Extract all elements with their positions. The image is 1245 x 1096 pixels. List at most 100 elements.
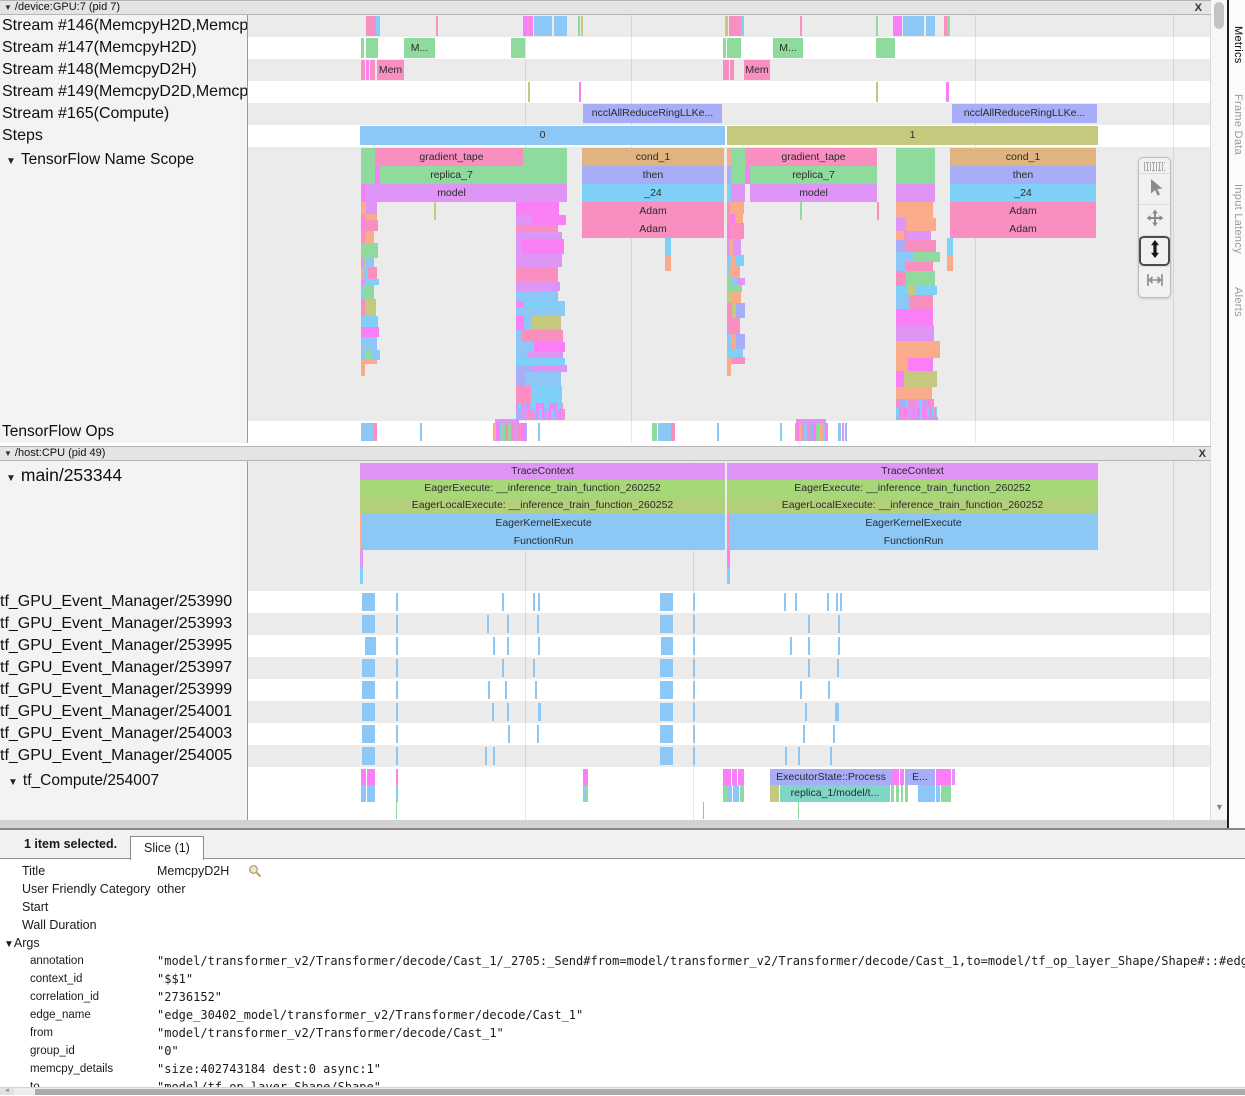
trace-block[interactable] xyxy=(795,593,797,611)
scroll-down-arrow-icon[interactable]: ▼ xyxy=(1215,802,1224,812)
trace-block[interactable] xyxy=(738,769,744,785)
trace-block[interactable] xyxy=(693,659,695,677)
trace-block[interactable] xyxy=(362,615,375,633)
trace-block[interactable] xyxy=(798,747,800,765)
trace-block[interactable] xyxy=(946,82,949,102)
trace-block[interactable] xyxy=(784,593,786,611)
trace-block[interactable] xyxy=(693,703,695,721)
trace-block[interactable] xyxy=(511,38,525,58)
trace-block[interactable] xyxy=(537,725,539,743)
trace-block[interactable] xyxy=(693,681,695,699)
trace-block[interactable] xyxy=(436,16,438,36)
trace-block[interactable] xyxy=(896,148,935,166)
trace-block[interactable] xyxy=(798,802,799,819)
trace-block[interactable] xyxy=(723,38,726,58)
trace-block[interactable] xyxy=(790,637,792,655)
trace-block[interactable] xyxy=(361,337,377,350)
trace-block[interactable] xyxy=(493,747,495,765)
trace-block[interactable] xyxy=(892,769,899,785)
collapse-arrow-icon[interactable]: ▼ xyxy=(4,3,12,12)
palette-grip-handle[interactable] xyxy=(1144,162,1165,171)
trace-block[interactable] xyxy=(941,769,951,785)
collapse-arrow-icon[interactable]: ▼ xyxy=(8,777,18,788)
trace-block[interactable] xyxy=(926,16,935,36)
trace-block[interactable]: _24 xyxy=(950,184,1096,202)
trace-block[interactable]: _24 xyxy=(582,184,724,202)
trace-block[interactable] xyxy=(703,802,704,819)
trace-block[interactable] xyxy=(528,82,530,102)
trace-block[interactable]: E... xyxy=(905,769,935,785)
trace-block[interactable] xyxy=(524,316,532,330)
trace-block[interactable] xyxy=(905,262,933,271)
collapse-arrow-icon[interactable]: ▼ xyxy=(6,473,16,484)
trace-block[interactable]: gradient_tape xyxy=(380,148,523,166)
trace-block[interactable] xyxy=(362,725,375,743)
trace-block[interactable] xyxy=(370,60,375,80)
trace-block[interactable]: M... xyxy=(773,38,803,58)
trace-block[interactable] xyxy=(396,615,398,633)
trace-block[interactable] xyxy=(578,16,580,36)
trace-block[interactable] xyxy=(516,267,558,282)
trace-block[interactable]: FunctionRun xyxy=(729,532,1098,550)
trace-block[interactable] xyxy=(368,267,377,279)
trace-block[interactable] xyxy=(835,703,839,721)
trace-block[interactable]: 1 xyxy=(727,126,1098,145)
trace-block[interactable] xyxy=(729,16,741,36)
trace-block[interactable] xyxy=(525,372,561,386)
trace-block[interactable] xyxy=(361,243,378,258)
trace-block[interactable] xyxy=(730,266,740,278)
trace-block[interactable] xyxy=(896,166,935,184)
trace-block[interactable] xyxy=(800,202,802,220)
trace-block[interactable] xyxy=(723,60,729,80)
trace-block[interactable] xyxy=(808,659,810,677)
trace-block[interactable] xyxy=(532,215,566,225)
trace-block[interactable] xyxy=(366,38,378,58)
side-tab-metrics[interactable]: Metrics xyxy=(1232,26,1244,64)
trace-block[interactable] xyxy=(731,184,745,202)
trace-block[interactable]: replica_1/model/t... xyxy=(780,785,890,802)
trace-block[interactable] xyxy=(516,342,534,352)
trace-block[interactable] xyxy=(740,785,744,802)
trace-block[interactable] xyxy=(396,637,398,655)
trace-block[interactable] xyxy=(396,681,398,699)
trace-block[interactable] xyxy=(361,148,375,166)
trace-block[interactable] xyxy=(660,725,673,743)
trace-block[interactable] xyxy=(732,357,745,364)
trace-block[interactable]: ExecutorState::Process xyxy=(770,769,892,785)
trace-block[interactable] xyxy=(941,785,951,802)
trace-block[interactable] xyxy=(900,769,904,785)
trace-block[interactable] xyxy=(833,725,835,743)
selection-tool-button[interactable] xyxy=(1139,173,1170,204)
trace-block[interactable] xyxy=(658,423,671,441)
trace-block[interactable] xyxy=(538,703,541,721)
trace-block[interactable]: Mem xyxy=(377,60,404,80)
trace-block[interactable] xyxy=(896,262,905,271)
trace-block[interactable] xyxy=(836,593,838,611)
trace-block[interactable] xyxy=(585,785,588,802)
trace-block[interactable]: model xyxy=(750,184,877,202)
trace-block[interactable] xyxy=(533,239,564,254)
trace-block[interactable] xyxy=(660,659,673,677)
trace-block[interactable] xyxy=(727,318,740,334)
trace-block[interactable] xyxy=(891,785,894,802)
trace-block[interactable] xyxy=(396,747,398,765)
trace-block[interactable] xyxy=(534,342,565,352)
trace-block[interactable]: EagerKernelExecute xyxy=(729,514,1098,532)
trace-block[interactable] xyxy=(896,218,906,231)
trace-block[interactable]: replica_7 xyxy=(380,166,523,184)
trace-block[interactable] xyxy=(906,271,935,286)
trace-block[interactable]: replica_7 xyxy=(750,166,877,184)
trace-block[interactable] xyxy=(937,417,938,420)
trace-block[interactable] xyxy=(374,423,377,441)
trace-block[interactable] xyxy=(516,316,524,330)
trace-block[interactable] xyxy=(665,238,671,256)
trace-block[interactable] xyxy=(906,218,936,231)
trace-block[interactable] xyxy=(366,202,377,214)
trace-block[interactable] xyxy=(825,423,828,441)
trace-block[interactable] xyxy=(876,16,878,36)
trace-block[interactable] xyxy=(936,407,937,417)
trace-block[interactable]: EagerLocalExecute: __inference_train_fun… xyxy=(360,497,725,514)
trace-block[interactable] xyxy=(516,215,532,225)
vertical-scrollbar[interactable]: ▼ xyxy=(1210,0,1227,820)
horizontal-scrollbar[interactable]: ◄ xyxy=(0,1087,1245,1095)
